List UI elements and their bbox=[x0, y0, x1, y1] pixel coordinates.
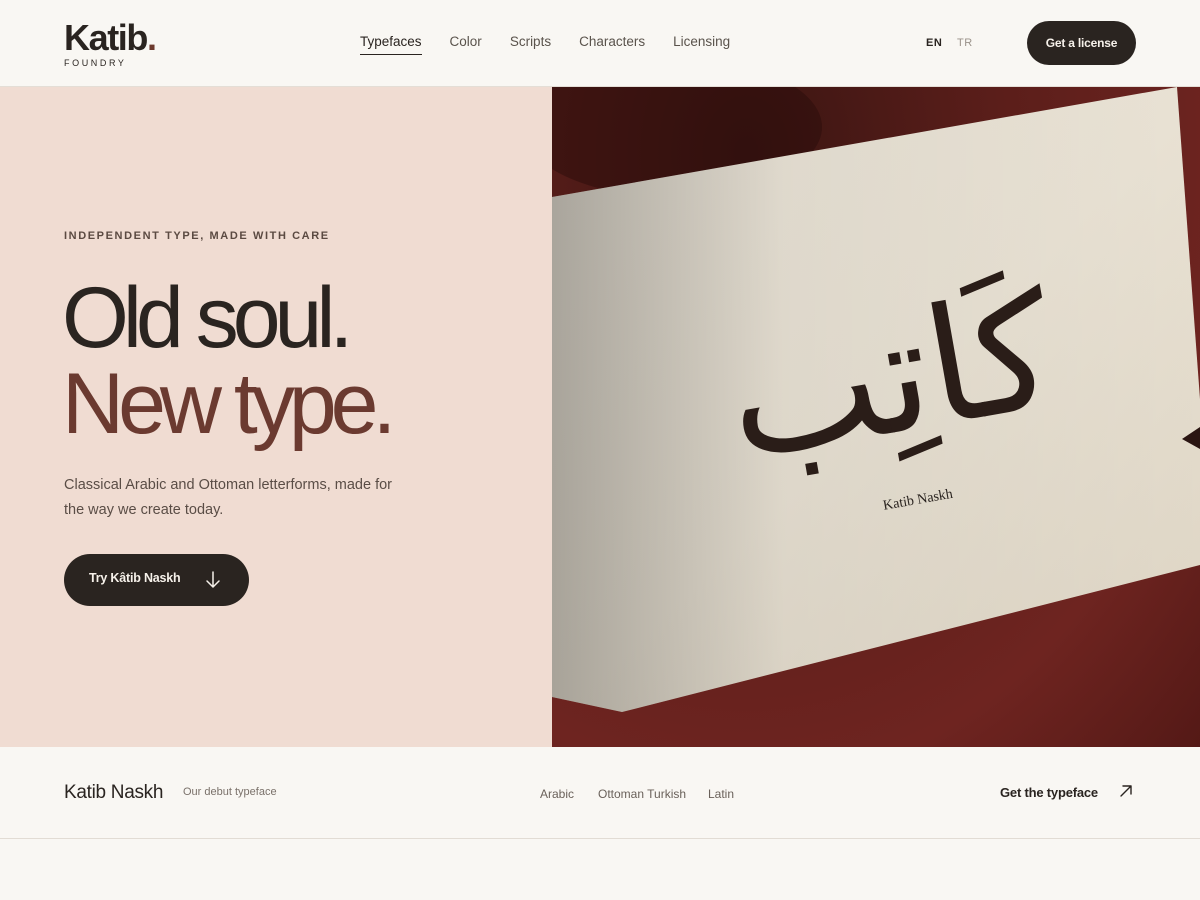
get-typeface-link[interactable]: Get the typeface bbox=[1000, 785, 1098, 800]
nav-item-typefaces[interactable]: Typefaces bbox=[360, 33, 422, 55]
strip-title: Katib Naskh bbox=[64, 782, 164, 803]
site-header: Katib. FOUNDRY Typefaces Color Scripts C… bbox=[0, 0, 1200, 87]
hero-image: كَاتِب Katib Naskh bbox=[552, 87, 1200, 747]
script-tag-ottoman-turkish[interactable]: Ottoman Turkish bbox=[598, 787, 686, 801]
script-tag-latin[interactable]: Latin bbox=[708, 787, 734, 801]
hero-headline-line1: Old soul. bbox=[62, 270, 353, 366]
script-tag-arabic[interactable]: Arabic bbox=[540, 787, 574, 801]
hero-eyebrow: INDEPENDENT TYPE, MADE WITH CARE bbox=[64, 230, 330, 242]
brand-tagline: FOUNDRY bbox=[64, 58, 127, 68]
arrow-up-right-icon[interactable] bbox=[1118, 783, 1134, 799]
hero-headline-line2: New type. bbox=[62, 356, 396, 452]
lang-tr-toggle[interactable]: TR bbox=[957, 37, 973, 49]
nav-item-scripts[interactable]: Scripts bbox=[510, 33, 551, 55]
main-nav: Typefaces Color Scripts Characters Licen… bbox=[360, 33, 730, 55]
try-button-label: Try Kâtib Naskh bbox=[89, 571, 181, 585]
nav-item-characters[interactable]: Characters bbox=[579, 33, 645, 55]
nav-item-color[interactable]: Color bbox=[450, 33, 482, 55]
get-license-button[interactable]: Get a license bbox=[1027, 21, 1136, 65]
hero-text-panel: INDEPENDENT TYPE, MADE WITH CARE Old sou… bbox=[0, 87, 552, 747]
hero-card-illustration: كَاتِب bbox=[552, 87, 1200, 712]
brand-logo[interactable]: Katib. bbox=[64, 17, 157, 58]
hero-description: Classical Arabic and Ottoman letterforms… bbox=[64, 477, 392, 518]
arrow-down-icon bbox=[206, 571, 220, 588]
strip-subtitle: Our debut typeface bbox=[183, 786, 277, 798]
typeface-strip: Katib Naskh Our debut typeface Arabic Ot… bbox=[0, 747, 1200, 839]
lang-en-toggle[interactable]: EN bbox=[926, 37, 942, 49]
try-typeface-button[interactable]: Try Kâtib Naskh bbox=[64, 554, 249, 606]
nav-item-licensing[interactable]: Licensing bbox=[673, 33, 730, 55]
brand-name: Katib bbox=[64, 17, 148, 58]
brand-dot: . bbox=[147, 17, 157, 58]
